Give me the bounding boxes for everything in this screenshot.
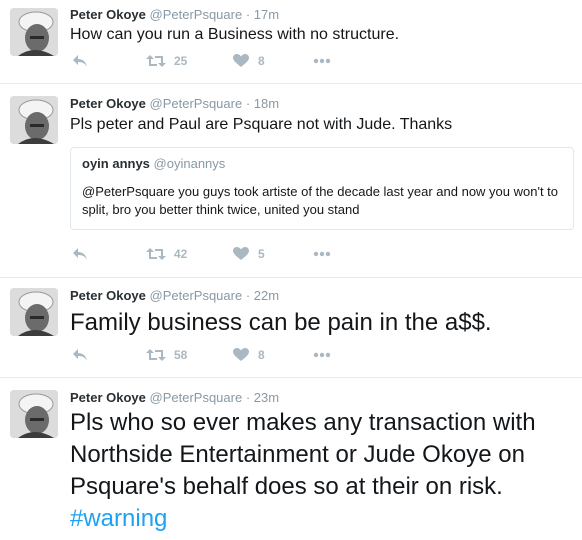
timestamp[interactable]: 18m: [254, 96, 279, 111]
separator-dot: ·: [245, 390, 251, 405]
reply-icon: [73, 248, 87, 260]
tweet-actions: 58 8: [70, 348, 370, 368]
retweet-button[interactable]: 58: [146, 348, 187, 362]
quoted-author-handle[interactable]: @oyinannys: [154, 156, 226, 171]
timestamp[interactable]: 23m: [254, 390, 279, 405]
more-button[interactable]: [313, 251, 331, 257]
like-count: 8: [258, 348, 265, 362]
quoted-tweet[interactable]: oyin annys @oyinannys @PeterPsquare you …: [70, 147, 574, 230]
retweet-count: 58: [174, 348, 188, 362]
retweet-icon: [146, 55, 166, 67]
avatar[interactable]: [10, 96, 58, 144]
more-button[interactable]: [313, 352, 331, 358]
retweet-count: 42: [174, 247, 188, 261]
reply-icon: [73, 349, 87, 361]
retweet-icon: [146, 248, 166, 260]
tweet-actions: 25 8: [70, 54, 370, 74]
author-name[interactable]: Peter Okoye: [70, 390, 146, 405]
author-handle[interactable]: @PeterPsquare: [150, 7, 243, 22]
reply-button[interactable]: [72, 54, 88, 68]
retweet-button[interactable]: 42: [146, 247, 187, 261]
reply-icon: [73, 55, 87, 67]
timestamp[interactable]: 22m: [254, 288, 279, 303]
author-handle[interactable]: @PeterPsquare: [150, 288, 243, 303]
more-icon: [313, 251, 331, 257]
tweet-text: Family business can be pain in the a$$.: [70, 309, 492, 336]
like-button[interactable]: 8: [233, 348, 265, 362]
avatar[interactable]: [10, 288, 58, 336]
separator-dot: ·: [245, 7, 251, 22]
tweet-text: Pls peter and Paul are Psquare not with …: [70, 116, 453, 133]
retweet-button[interactable]: 25: [146, 54, 187, 68]
tweet-1[interactable]: Peter Okoye @PeterPsquare · 17m How can …: [0, 0, 582, 84]
author-handle[interactable]: @PeterPsquare: [150, 390, 243, 405]
retweet-icon: [146, 349, 166, 361]
timestamp[interactable]: 17m: [254, 7, 279, 22]
tweet-2[interactable]: Peter Okoye @PeterPsquare · 18m Pls pete…: [0, 84, 582, 278]
like-button[interactable]: 8: [233, 54, 265, 68]
reply-button[interactable]: [72, 348, 88, 362]
heart-icon: [233, 247, 249, 260]
author-name[interactable]: Peter Okoye: [70, 96, 146, 111]
tweet-actions: 42 5: [70, 247, 370, 267]
tweet-text: Pls who so ever makes any transaction wi…: [70, 407, 558, 535]
author-name[interactable]: Peter Okoye: [70, 288, 146, 303]
quoted-tweet-text: @PeterPsquare you guys took artiste of t…: [82, 184, 559, 217]
more-button[interactable]: [313, 58, 331, 64]
author-name[interactable]: Peter Okoye: [70, 7, 146, 22]
tweet-4[interactable]: Peter Okoye @PeterPsquare · 23m Pls who …: [0, 378, 582, 540]
like-count: 5: [258, 247, 265, 261]
like-count: 8: [258, 54, 265, 68]
avatar[interactable]: [10, 8, 58, 56]
reply-button[interactable]: [72, 247, 88, 261]
like-button[interactable]: 5: [233, 247, 265, 261]
retweet-count: 25: [174, 54, 188, 68]
tweet-3[interactable]: Peter Okoye @PeterPsquare · 22m Family b…: [0, 278, 582, 378]
hashtag-link[interactable]: #warning: [70, 505, 167, 532]
avatar[interactable]: [10, 390, 58, 438]
tweet-text: How can you run a Business with no struc…: [70, 26, 400, 43]
tweet-text-body: Pls who so ever makes any transaction wi…: [70, 409, 536, 500]
more-icon: [313, 352, 331, 358]
heart-icon: [233, 54, 249, 67]
heart-icon: [233, 348, 249, 361]
separator-dot: ·: [245, 96, 251, 111]
more-icon: [313, 58, 331, 64]
author-handle[interactable]: @PeterPsquare: [150, 96, 243, 111]
quoted-author-name[interactable]: oyin annys: [82, 156, 150, 171]
separator-dot: ·: [245, 288, 251, 303]
